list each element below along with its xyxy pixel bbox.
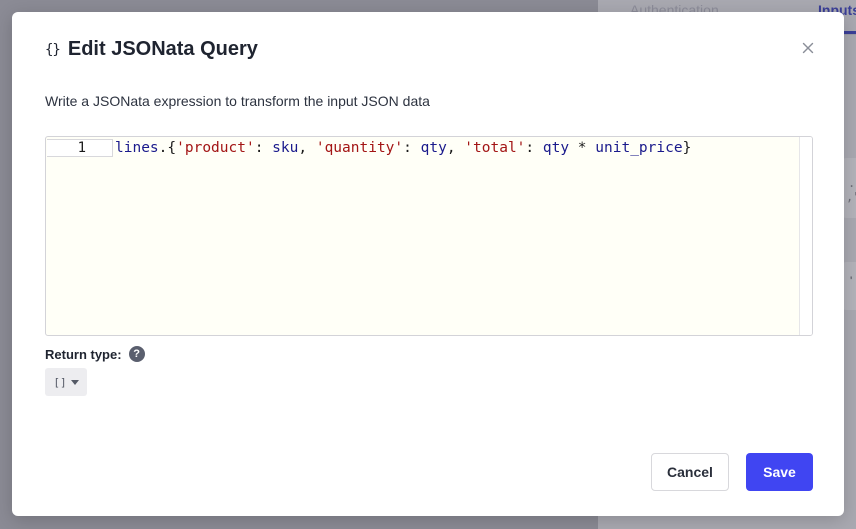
code-line[interactable]: lines.{'product': sku, 'quantity': qty, … [115, 139, 691, 157]
code-token-punc: * [569, 140, 596, 156]
code-token-punc: .{ [158, 140, 177, 156]
background-text-fragment: ' [850, 274, 853, 288]
code-token-str: 'total' [464, 140, 526, 156]
code-token-punc: : [254, 140, 273, 156]
code-token-punc: , [446, 140, 465, 156]
dialog-title: Edit JSONata Query [67, 38, 258, 60]
return-type-value: [] [53, 375, 67, 389]
code-token-id: qty [542, 140, 570, 156]
edit-jsonata-dialog: {} Edit JSONata Query Write a JSONata ex… [12, 12, 844, 516]
dialog-description: Write a JSONata expression to transform … [45, 93, 430, 109]
code-token-str: 'quantity' [315, 140, 404, 156]
code-token-id: unit_price [595, 140, 683, 156]
close-icon [802, 42, 814, 54]
save-button[interactable]: Save [746, 453, 813, 491]
dialog-header: {} Edit JSONata Query [45, 38, 258, 61]
line-number: 1 [47, 139, 113, 157]
code-token-punc: } [682, 140, 692, 156]
help-icon[interactable]: ? [128, 346, 145, 362]
code-token-id: qty [420, 140, 447, 156]
braces-icon: {} [45, 41, 61, 58]
code-token-id: lines [115, 140, 159, 156]
background-text-fragment: ," [846, 190, 856, 204]
close-button[interactable] [800, 40, 816, 56]
code-token-id: sku [272, 140, 299, 156]
code-token-punc: : [403, 140, 421, 156]
code-token-punc: , [298, 140, 316, 156]
return-type-select[interactable]: [] [45, 368, 87, 396]
jsonata-code-editor[interactable]: 1 lines.{'product': sku, 'quantity': qty… [45, 136, 813, 336]
code-token-punc: : [525, 140, 543, 156]
cancel-button[interactable]: Cancel [651, 453, 729, 491]
code-token-str: 'product' [176, 140, 255, 156]
editor-scrollbar[interactable] [799, 137, 812, 335]
return-type-label: Return type: [45, 346, 122, 362]
chevron-down-icon [70, 379, 79, 385]
background-card [842, 262, 856, 310]
return-type-field: Return type: ? [45, 346, 145, 362]
background-text-fragment: .o [848, 176, 856, 190]
